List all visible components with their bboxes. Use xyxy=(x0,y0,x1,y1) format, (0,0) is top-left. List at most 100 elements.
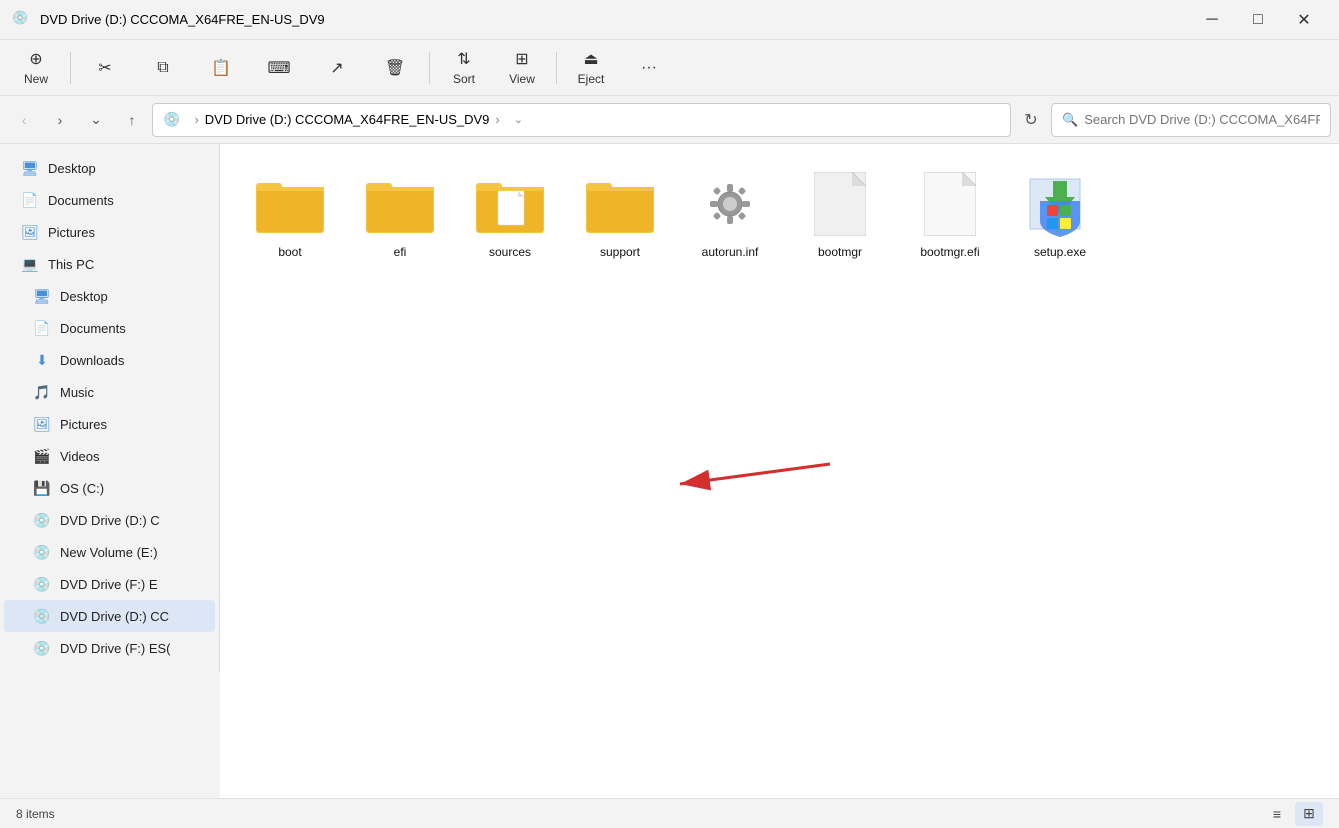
view-toggles: ≡ ⊞ xyxy=(1263,802,1323,826)
file-item-sources[interactable]: sources xyxy=(460,160,560,268)
view-icon: ⊞ xyxy=(515,49,528,69)
eject-icon: ⏏ xyxy=(583,49,598,69)
more-button[interactable]: ··· xyxy=(621,44,677,92)
up-button[interactable]: ↑ xyxy=(116,104,148,136)
sidebar-item-documents[interactable]: 📄 Documents xyxy=(4,312,215,344)
back-button[interactable]: ‹ xyxy=(8,104,40,136)
more-icon: ··· xyxy=(641,59,657,77)
minimize-button[interactable]: ─ xyxy=(1189,0,1235,40)
content-area: boot efi xyxy=(220,144,1339,798)
close-button[interactable]: ✕ xyxy=(1281,0,1327,40)
copy-button[interactable]: ⧉ xyxy=(135,44,191,92)
new-button[interactable]: ⊕ New xyxy=(8,44,64,92)
autorun-label: autorun.inf xyxy=(702,245,759,259)
sources-label: sources xyxy=(489,245,531,259)
sidebar-item-pictures[interactable]: 🖼 Pictures xyxy=(4,408,215,440)
pictures-top-icon: 🖼 xyxy=(20,222,40,242)
search-icon: 🔍 xyxy=(1062,112,1078,128)
sidebar-item-desktop-top[interactable]: 🖥 Desktop xyxy=(4,152,215,184)
sidebar-item-dvd-f[interactable]: 💿 DVD Drive (F:) E xyxy=(4,568,215,600)
list-view-button[interactable]: ≡ xyxy=(1263,802,1291,826)
breadcrumb-path: DVD Drive (D:) CCCOMA_X64FRE_EN-US_DV9 xyxy=(205,112,490,127)
sidebar-item-dvd-d-active[interactable]: 💿 DVD Drive (D:) CC xyxy=(4,600,215,632)
breadcrumb-drive-icon: 💿 xyxy=(163,111,180,128)
file-item-setup[interactable]: setup.exe xyxy=(1010,160,1110,268)
titlebar: 💿 DVD Drive (D:) CCCOMA_X64FRE_EN-US_DV9… xyxy=(0,0,1339,40)
cut-button[interactable]: ✂ xyxy=(77,44,133,92)
this-pc-icon: 💻 xyxy=(20,254,40,274)
toolbar: ⊕ New ✂ ⧉ 📋 ⌨ ↗ 🗑 ⇅ Sort ⊞ View ⏏ Eject … xyxy=(0,40,1339,96)
search-input[interactable] xyxy=(1084,112,1320,127)
new-icon: ⊕ xyxy=(29,49,42,69)
dvd-f-icon: 💿 xyxy=(32,574,52,594)
sidebar-item-label: Documents xyxy=(48,193,114,208)
breadcrumb-chevron: ⌄ xyxy=(514,113,523,126)
sidebar-item-music[interactable]: 🎵 Music xyxy=(4,376,215,408)
dvd-d-icon: 💿 xyxy=(32,510,52,530)
file-item-boot[interactable]: boot xyxy=(240,160,340,268)
dropdown-button[interactable]: ⌄ xyxy=(80,104,112,136)
autorun-icon xyxy=(695,169,765,239)
sort-icon: ⇅ xyxy=(457,49,470,69)
delete-icon: 🗑 xyxy=(385,58,405,78)
sort-button[interactable]: ⇅ Sort xyxy=(436,44,492,92)
sidebar-item-dvd-f2[interactable]: 💿 DVD Drive (F:) ES( xyxy=(4,632,215,664)
annotation-arrow xyxy=(620,434,840,514)
file-item-autorun[interactable]: autorun.inf xyxy=(680,160,780,268)
sidebar-container: 🖥 Desktop 📄 Documents 🖼 Pictures 💻 This … xyxy=(0,144,220,798)
forward-button[interactable]: › xyxy=(44,104,76,136)
cut-icon: ✂ xyxy=(98,58,111,78)
sidebar-item-new-volume[interactable]: 💿 New Volume (E:) xyxy=(4,536,215,568)
items-count: 8 items xyxy=(16,807,55,821)
refresh-button[interactable]: ↻ xyxy=(1015,104,1047,136)
support-folder-icon xyxy=(585,169,655,239)
bootmgr-efi-label: bootmgr.efi xyxy=(920,245,979,259)
sidebar-item-os-c[interactable]: 💾 OS (C:) xyxy=(4,472,215,504)
sidebar-item-downloads[interactable]: ⬇ Downloads xyxy=(4,344,215,376)
eject-button[interactable]: ⏏ Eject xyxy=(563,44,619,92)
file-item-bootmgr-efi[interactable]: bootmgr.efi xyxy=(900,160,1000,268)
file-item-efi[interactable]: efi xyxy=(350,160,450,268)
sidebar-item-documents-top[interactable]: 📄 Documents xyxy=(4,184,215,216)
desktop-top-icon: 🖥 xyxy=(20,158,40,178)
rename-icon: ⌨ xyxy=(267,58,290,78)
setup-label: setup.exe xyxy=(1034,245,1086,259)
titlebar-icon: 💿 xyxy=(12,10,32,30)
share-button[interactable]: ↗ xyxy=(309,44,365,92)
copy-icon: ⧉ xyxy=(157,59,168,77)
file-grid: boot efi xyxy=(240,160,1319,268)
sidebar-item-label: Documents xyxy=(60,321,126,336)
rename-button[interactable]: ⌨ xyxy=(251,44,307,92)
sidebar-item-label: This PC xyxy=(48,257,94,272)
sidebar-item-this-pc[interactable]: 💻 This PC xyxy=(4,248,215,280)
maximize-button[interactable]: □ xyxy=(1235,0,1281,40)
view-button[interactable]: ⊞ View xyxy=(494,44,550,92)
efi-label: efi xyxy=(394,245,407,259)
sidebar-item-label: Pictures xyxy=(48,225,95,240)
sidebar-item-label: Desktop xyxy=(48,161,96,176)
sidebar-item-label: Downloads xyxy=(60,353,124,368)
paste-button[interactable]: 📋 xyxy=(193,44,249,92)
delete-button[interactable]: 🗑 xyxy=(367,44,423,92)
search-bar[interactable]: 🔍 xyxy=(1051,103,1331,137)
documents-icon: 📄 xyxy=(32,318,52,338)
sidebar-item-label: Desktop xyxy=(60,289,108,304)
sidebar-item-videos[interactable]: 🎬 Videos xyxy=(4,440,215,472)
titlebar-controls: ─ □ ✕ xyxy=(1189,0,1327,40)
sidebar-item-label: Videos xyxy=(60,449,100,464)
sort-label: Sort xyxy=(453,72,475,86)
sidebar-item-label: DVD Drive (F:) E xyxy=(60,577,158,592)
bootmgr-icon xyxy=(805,169,875,239)
addressbar: ‹ › ⌄ ↑ 💿 › DVD Drive (D:) CCCOMA_X64FRE… xyxy=(0,96,1339,144)
sidebar: 🖥 Desktop 📄 Documents 🖼 Pictures 💻 This … xyxy=(0,144,220,672)
pictures-icon: 🖼 xyxy=(32,414,52,434)
sidebar-item-pictures-top[interactable]: 🖼 Pictures xyxy=(4,216,215,248)
view-label: View xyxy=(509,72,535,86)
file-item-bootmgr[interactable]: bootmgr xyxy=(790,160,890,268)
breadcrumb-bar[interactable]: 💿 › DVD Drive (D:) CCCOMA_X64FRE_EN-US_D… xyxy=(152,103,1011,137)
file-item-support[interactable]: support xyxy=(570,160,670,268)
grid-view-button[interactable]: ⊞ xyxy=(1295,802,1323,826)
paste-icon: 📋 xyxy=(211,58,231,78)
sidebar-item-desktop[interactable]: 🖥 Desktop xyxy=(4,280,215,312)
sidebar-item-dvd-d[interactable]: 💿 DVD Drive (D:) C xyxy=(4,504,215,536)
